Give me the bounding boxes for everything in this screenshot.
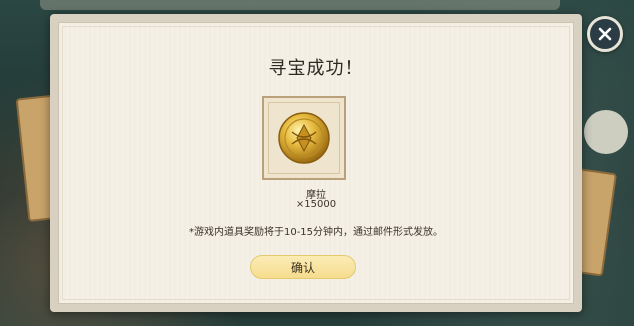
- close-button[interactable]: [587, 16, 623, 52]
- dialog-title: 寻宝成功！: [268, 58, 364, 79]
- confirm-button[interactable]: 确认: [250, 255, 356, 279]
- reward-item-slot[interactable]: [262, 96, 346, 180]
- reward-dialog: 寻宝成功！ 摩拉 ×15000 *游戏内道具奖励将于10-15分钟内，通过邮件形…: [50, 14, 582, 312]
- background-top-bar: [40, 0, 560, 10]
- close-icon: [598, 27, 612, 41]
- mora-coin-icon: [278, 112, 330, 164]
- delivery-notice: *游戏内道具奖励将于10-15分钟内，通过邮件形式发放。: [188, 227, 444, 238]
- background-mascot: [584, 110, 628, 154]
- reward-count: ×15000: [295, 199, 337, 210]
